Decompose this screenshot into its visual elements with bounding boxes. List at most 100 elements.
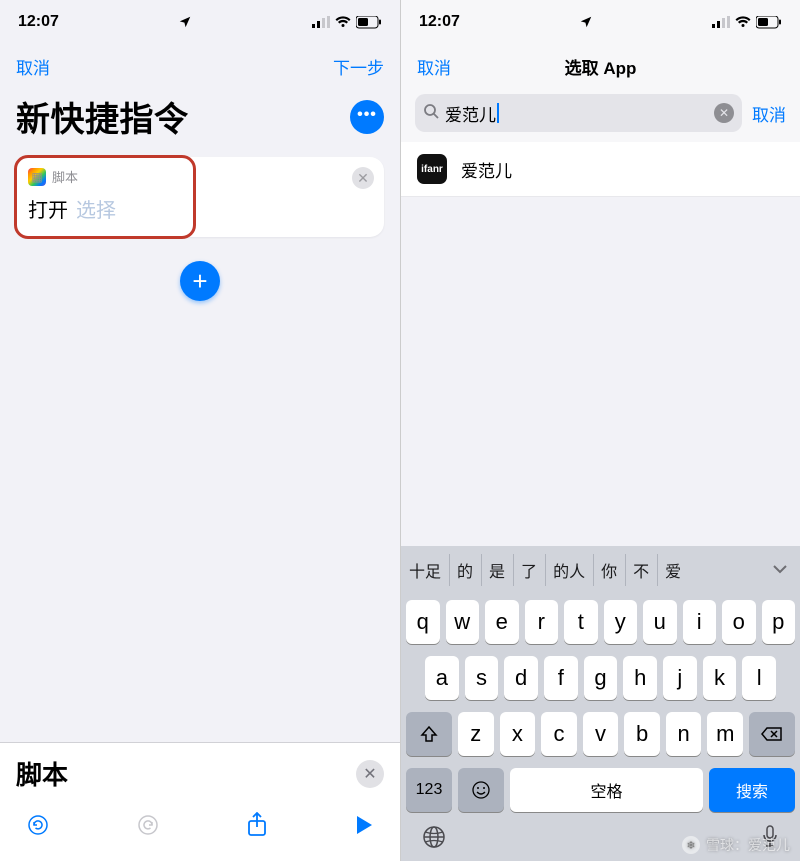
key-n[interactable]: n (666, 712, 702, 756)
suggestion[interactable]: 你 (593, 546, 625, 594)
key-i[interactable]: i (683, 600, 717, 644)
toggle-suggestion-button[interactable] (760, 549, 800, 591)
nav-title: 选取 App (401, 54, 800, 79)
remove-action-button[interactable]: ✕ (352, 167, 374, 189)
shortcut-editor-pane: 12:07 取消 下一步 新快捷指令 ••• ▦ 脚本 ✕ 打开 选择 + 脚本 (0, 0, 400, 861)
status-bar: 12:07 (0, 0, 400, 44)
ellipsis-icon: ••• (357, 107, 377, 123)
title-row: 新快捷指令 ••• (0, 88, 400, 151)
cancel-button[interactable]: 取消 (16, 54, 50, 79)
key-row-1: q w e r t y u i o p (401, 594, 800, 650)
panel-title: 脚本 (16, 755, 68, 792)
watermark: ❄ 雪球：爱范儿 (682, 835, 790, 855)
watermark-text: 雪球：爱范儿 (706, 835, 790, 855)
action-param-placeholder[interactable]: 选择 (76, 194, 116, 223)
next-button[interactable]: 下一步 (333, 54, 384, 79)
search-query: 爱范儿 (445, 101, 708, 126)
text-cursor (497, 103, 499, 123)
share-button[interactable] (246, 812, 268, 843)
suggestion[interactable]: 的人 (545, 546, 593, 594)
key-d[interactable]: d (504, 656, 538, 700)
location-icon (579, 15, 593, 29)
key-y[interactable]: y (604, 600, 638, 644)
space-key[interactable]: 空格 (510, 768, 703, 812)
key-r[interactable]: r (525, 600, 559, 644)
plus-icon: + (192, 266, 207, 297)
key-q[interactable]: q (406, 600, 440, 644)
key-v[interactable]: v (583, 712, 619, 756)
suggestion[interactable]: 十足 (401, 546, 449, 594)
wifi-icon (735, 16, 751, 28)
key-p[interactable]: p (762, 600, 796, 644)
close-icon: ✕ (719, 106, 729, 120)
clear-search-button[interactable]: ✕ (714, 103, 734, 123)
numeric-key[interactable]: 123 (406, 768, 452, 812)
cancel-button[interactable]: 取消 (417, 54, 451, 79)
battery-icon (756, 16, 782, 29)
action-card[interactable]: ▦ 脚本 ✕ 打开 选择 (16, 157, 384, 237)
suggestion[interactable]: 的 (449, 546, 481, 594)
editor-toolbar (0, 802, 400, 861)
suggestion[interactable]: 爱 (657, 546, 689, 594)
status-time: 12:07 (18, 13, 59, 31)
suggestion-bar: 十足 的 是 了 的人 你 不 爱 (401, 546, 800, 594)
key-t[interactable]: t (564, 600, 598, 644)
add-action-button[interactable]: + (180, 261, 220, 301)
globe-key[interactable] (421, 824, 447, 855)
key-g[interactable]: g (584, 656, 618, 700)
key-h[interactable]: h (623, 656, 657, 700)
search-key[interactable]: 搜索 (709, 768, 795, 812)
page-title: 新快捷指令 (16, 92, 189, 141)
key-w[interactable]: w (446, 600, 480, 644)
watermark-icon: ❄ (682, 836, 700, 854)
cellular-icon (712, 16, 730, 28)
key-l[interactable]: l (742, 656, 776, 700)
suggestion[interactable]: 了 (513, 546, 545, 594)
action-body: 打开 选择 (28, 194, 372, 223)
scripting-icon: ▦ (28, 168, 46, 186)
app-result-item[interactable]: ifanr 爱范儿 (401, 142, 800, 197)
status-right (712, 16, 782, 29)
redo-button[interactable] (136, 813, 160, 842)
status-bar: 12:07 (401, 0, 800, 44)
key-b[interactable]: b (624, 712, 660, 756)
key-row-3: z x c v b n m (401, 706, 800, 762)
status-right (312, 16, 382, 29)
close-icon: ✕ (363, 764, 376, 784)
key-row-2: a s d f g h j k l (401, 650, 800, 706)
location-icon (178, 15, 192, 29)
search-cancel-button[interactable]: 取消 (752, 101, 786, 126)
app-icon: ifanr (417, 154, 447, 184)
key-k[interactable]: k (703, 656, 737, 700)
shift-key[interactable] (406, 712, 452, 756)
suggestion[interactable]: 是 (481, 546, 513, 594)
key-e[interactable]: e (485, 600, 519, 644)
key-f[interactable]: f (544, 656, 578, 700)
suggestion[interactable]: 不 (625, 546, 657, 594)
key-z[interactable]: z (458, 712, 494, 756)
key-x[interactable]: x (500, 712, 536, 756)
backspace-key[interactable] (749, 712, 795, 756)
app-results-list: ifanr 爱范儿 (401, 142, 800, 197)
search-icon (423, 103, 439, 124)
undo-button[interactable] (26, 813, 50, 842)
nav-bar: 取消 选取 App (401, 44, 800, 88)
key-m[interactable]: m (707, 712, 743, 756)
keyboard: 十足 的 是 了 的人 你 不 爱 q w e r t y u i o p a … (401, 546, 800, 861)
key-j[interactable]: j (663, 656, 697, 700)
more-options-button[interactable]: ••• (350, 100, 384, 134)
run-button[interactable] (354, 814, 374, 841)
key-a[interactable]: a (425, 656, 459, 700)
nav-bar: 取消 下一步 (0, 44, 400, 88)
action-library-panel: 脚本 ✕ (0, 742, 400, 861)
wifi-icon (335, 16, 351, 28)
panel-close-button[interactable]: ✕ (356, 760, 384, 788)
search-input[interactable]: 爱范儿 ✕ (415, 94, 742, 132)
key-s[interactable]: s (465, 656, 499, 700)
key-c[interactable]: c (541, 712, 577, 756)
key-u[interactable]: u (643, 600, 677, 644)
action-card-header: ▦ 脚本 (28, 167, 372, 186)
key-o[interactable]: o (722, 600, 756, 644)
battery-icon (356, 16, 382, 29)
emoji-key[interactable] (458, 768, 504, 812)
